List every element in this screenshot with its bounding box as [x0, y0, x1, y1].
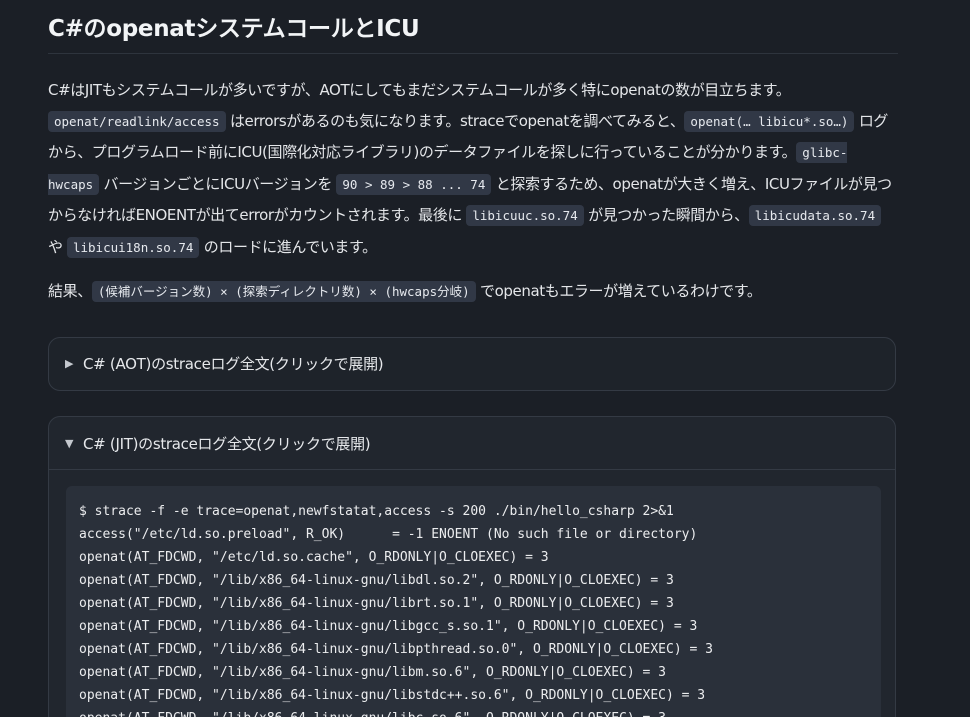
- details-aot-summary-label: C# (AOT)のstraceログ全文(クリックで展開): [83, 354, 384, 373]
- code-line: openat(AT_FDCWD, "/lib/x86_64-linux-gnu/…: [79, 573, 674, 588]
- code-line: openat(AT_FDCWD, "/lib/x86_64-linux-gnu/…: [79, 688, 706, 703]
- details-jit-summary-label: C# (JIT)のstraceログ全文(クリックで展開): [83, 434, 371, 453]
- inline-code: libicudata.so.74: [748, 205, 882, 226]
- triangle-down-icon: ▼: [65, 436, 74, 450]
- inline-code: openat/readlink/access: [48, 110, 226, 132]
- paragraph-text: でopenatもエラーが増えているわけです。: [475, 282, 762, 300]
- code-line: access("/etc/ld.so.preload", R_OK) = -1 …: [79, 527, 698, 542]
- details-aot-strace-log[interactable]: ▶ C# (AOT)のstraceログ全文(クリックで展開): [48, 337, 896, 391]
- paragraph-text: バージョンごとにICUバージョンを: [99, 174, 337, 193]
- code-line: openat(AT_FDCWD, "/lib/x86_64-linux-gnu/…: [79, 642, 713, 657]
- paragraph-text: や: [48, 237, 67, 256]
- inline-code: (候補バージョン数) × (探索ディレクトリ数) × (hwcaps分岐): [91, 281, 476, 302]
- inline-code: openat(… libicu*.so…): [684, 110, 855, 132]
- code-line: openat(AT_FDCWD, "/lib/x86_64-linux-gnu/…: [79, 665, 666, 680]
- page-title: C#のopenatシステムコールとICU: [48, 0, 898, 54]
- strace-code-block: $ strace -f -e trace=openat,newfstatat,a…: [66, 486, 881, 717]
- paragraph-text: はerrorsがあるのも気になります。straceでopenatを調べてみると、: [225, 111, 685, 130]
- inline-code: libicui18n.so.74: [66, 236, 200, 258]
- triangle-right-icon: ▶: [65, 356, 74, 370]
- code-line: openat(AT_FDCWD, "/lib/x86_64-linux-gnu/…: [79, 707, 881, 717]
- inline-code: libicuuc.so.74: [466, 205, 584, 226]
- inline-code: 90 > 89 > 88 ... 74: [336, 173, 492, 195]
- details-jit-summary[interactable]: ▼ C# (JIT)のstraceログ全文(クリックで展開): [49, 417, 895, 470]
- code-line: $ strace -f -e trace=openat,newfstatat,a…: [79, 504, 674, 519]
- paragraph-text: 結果、: [48, 282, 92, 300]
- code-line: openat(AT_FDCWD, "/etc/ld.so.cache", O_R…: [79, 550, 549, 565]
- article: C#のopenatシステムコールとICU C#はJITもシステムコールが多いです…: [48, 0, 898, 308]
- body-paragraph: C#はJITもシステムコールが多いですが、AOTにしてもまだシステムコールが多く…: [48, 75, 898, 263]
- paragraph-text: が見つかった瞬間から、: [583, 206, 749, 224]
- details-jit-strace-log[interactable]: ▼ C# (JIT)のstraceログ全文(クリックで展開) $ strace …: [48, 416, 896, 717]
- paragraph-text: のロードに進んでいます。: [199, 237, 377, 256]
- paragraph-text: C#はJITもシステムコールが多いですが、AOTにしてもまだシステムコールが多く…: [48, 81, 791, 99]
- code-line: openat(AT_FDCWD, "/lib/x86_64-linux-gnu/…: [79, 619, 698, 634]
- details-aot-summary[interactable]: ▶ C# (AOT)のstraceログ全文(クリックで展開): [49, 338, 895, 388]
- result-paragraph: 結果、 (候補バージョン数) × (探索ディレクトリ数) × (hwcaps分岐)…: [48, 276, 898, 308]
- code-line: openat(AT_FDCWD, "/lib/x86_64-linux-gnu/…: [79, 596, 674, 611]
